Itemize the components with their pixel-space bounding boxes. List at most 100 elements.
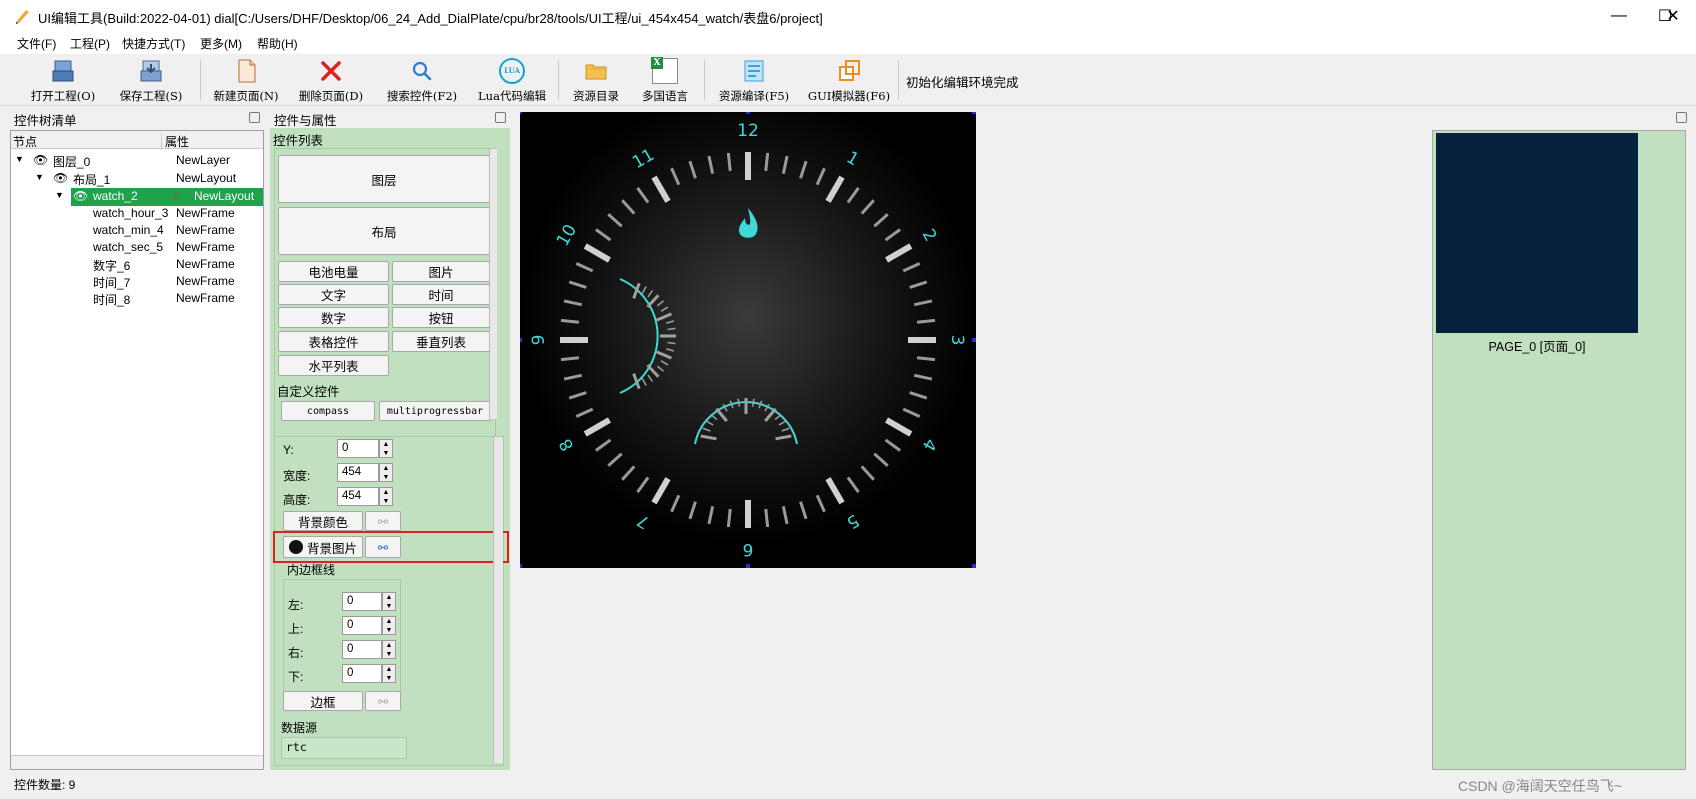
tree-panel-title: 控件树清单 [14, 114, 77, 128]
height-stepper[interactable]: ▲ ▼ [379, 487, 393, 506]
menu-project[interactable]: 工程(P) [70, 35, 110, 52]
link-icon[interactable]: ⚯ [365, 511, 401, 531]
selection-handle[interactable] [746, 564, 750, 568]
app-icon [16, 10, 29, 24]
y-stepper[interactable]: ▲ ▼ [379, 439, 393, 458]
y-input[interactable]: 0 [337, 439, 379, 458]
datasource-field[interactable]: rtc [281, 737, 407, 759]
search-widget-button[interactable]: 搜索控件(F2) [385, 56, 459, 104]
delete-page-button[interactable]: 删除页面(D) [296, 56, 366, 104]
design-canvas[interactable]: 12 1 2 3 4 5 6 7 8 9 10 11 [518, 110, 976, 568]
menu-file[interactable]: 文件(F) [17, 35, 56, 52]
tree-row-min[interactable]: watch_min_4 NewFrame [93, 223, 263, 240]
eye-icon[interactable]: 👁 [53, 171, 68, 185]
tree-row-sec[interactable]: watch_sec_5 NewFrame [93, 240, 263, 257]
padding-title: 内边框线 [287, 563, 336, 577]
menu-help[interactable]: 帮助(H) [257, 35, 298, 52]
minimize-button[interactable]: — [1596, 0, 1642, 32]
selection-handle[interactable] [518, 110, 522, 114]
padding-left-stepper[interactable]: ▲ ▼ [382, 592, 396, 611]
padding-top-stepper[interactable]: ▲ ▼ [382, 616, 396, 635]
compass-button[interactable]: compass [281, 401, 375, 421]
hour-number: 12 [737, 121, 759, 141]
resource-dir-button[interactable]: 资源目录 [568, 56, 624, 104]
gui-simulator-button[interactable]: GUI模拟器(F6) [806, 56, 892, 104]
dock-icon[interactable] [249, 112, 260, 123]
padding-bottom-input[interactable]: 0 [342, 664, 382, 683]
open-project-button[interactable]: 打开工程(O) [26, 56, 100, 104]
dock-icon[interactable] [1676, 112, 1687, 123]
selection-handle[interactable] [972, 564, 976, 568]
time-button[interactable]: 时间 [392, 284, 490, 305]
tree-row-layout[interactable]: ▼ 👁 布局_1 NewLayout [11, 171, 263, 188]
padding-group: 左: 0 ▲ ▼ 上: 0 ▲ ▼ 右: 0 ▲ ▼ 下: 0 ▲ ▼ [283, 579, 401, 701]
selection-handle[interactable] [746, 110, 750, 114]
save-project-button[interactable]: 保存工程(S) [114, 56, 188, 104]
layout-button[interactable]: 布局 [278, 207, 490, 255]
padding-left-input[interactable]: 0 [342, 592, 382, 611]
button-widget-button[interactable]: 按钮 [392, 307, 490, 328]
dock-icon[interactable] [495, 112, 506, 123]
expand-icon[interactable]: ▼ [15, 154, 24, 164]
hlist-button[interactable]: 水平列表 [278, 355, 389, 376]
expand-icon[interactable]: ▼ [55, 190, 64, 200]
toolbar-separator [200, 60, 201, 100]
bg-color-button[interactable]: 背景颜色 [283, 511, 363, 531]
selection-handle[interactable] [518, 564, 522, 568]
height-input[interactable]: 454 [337, 487, 379, 506]
bg-image-swatch-icon [288, 540, 303, 554]
eye-icon[interactable]: 👁 [33, 153, 48, 167]
hour-number: 9 [529, 335, 549, 346]
save-project-icon [140, 60, 162, 82]
tree-row-time7[interactable]: 时间_7 NewFrame [93, 274, 263, 291]
menu-shortcuts[interactable]: 快捷方式(T) [122, 35, 185, 52]
page-label[interactable]: PAGE_0 [页面_0] [1433, 336, 1641, 355]
selection-handle[interactable] [972, 338, 976, 342]
tree-row-number[interactable]: 数字_6 NewFrame [93, 257, 263, 274]
minute-tick [560, 318, 580, 324]
link-icon[interactable]: ⚯ [365, 536, 401, 558]
tree-row-watch-selected[interactable]: ▼ 👁 watch_2 / NewLayout [11, 188, 263, 206]
custom-widgets-title: 自定义控件 [277, 385, 340, 399]
image-button[interactable]: 图片 [392, 261, 490, 282]
close-button[interactable]: ✕ [1650, 0, 1696, 32]
number-button[interactable]: 数字 [278, 307, 389, 328]
selection-handle[interactable] [518, 338, 522, 342]
border-button[interactable]: 边框 [283, 691, 363, 711]
multi-language-button[interactable]: X 多国语言 [636, 56, 694, 104]
eye-icon[interactable]: 👁 [73, 189, 88, 203]
menu-more[interactable]: 更多(M) [200, 35, 242, 52]
tree-row-hour[interactable]: watch_hour_3 NewFrame [93, 206, 263, 223]
page-thumbnail[interactable] [1436, 133, 1638, 333]
new-page-icon [238, 59, 256, 83]
minute-tick [560, 356, 580, 362]
bg-image-button[interactable]: 背景图片 [283, 536, 363, 558]
width-stepper[interactable]: ▲ ▼ [379, 463, 393, 482]
grid-widget-button[interactable]: 表格控件 [278, 331, 389, 352]
property-scrollbar[interactable] [493, 437, 503, 763]
multiprogressbar-button[interactable]: multiprogressbar [379, 401, 491, 421]
padding-bottom-stepper[interactable]: ▲ ▼ [382, 664, 396, 683]
open-project-icon [52, 60, 74, 82]
text-button[interactable]: 文字 [278, 284, 389, 305]
selection-handle[interactable] [972, 110, 976, 114]
new-page-button[interactable]: 新建页面(N) [210, 56, 282, 104]
watch-face[interactable]: 121234567891011 [518, 110, 976, 568]
padding-right-input[interactable]: 0 [342, 640, 382, 659]
vlist-button[interactable]: 垂直列表 [392, 331, 490, 352]
hour-number: 3 [947, 335, 967, 346]
link-icon[interactable]: ⚯ [365, 691, 401, 711]
padding-top-input[interactable]: 0 [342, 616, 382, 635]
expand-icon[interactable]: ▼ [35, 172, 44, 182]
lua-editor-button[interactable]: LUA Lua代码编辑 [476, 56, 548, 104]
tree-row-layer[interactable]: ▼ 👁 图层_0 NewLayer [11, 153, 263, 170]
widget-list-scrollbar[interactable] [489, 149, 497, 419]
watermark: CSDN @海阔天空任鸟飞~ [1458, 778, 1622, 794]
battery-button[interactable]: 电池电量 [278, 261, 389, 282]
layer-button[interactable]: 图层 [278, 155, 490, 203]
resource-compile-button[interactable]: 资源编译(F5) [712, 56, 796, 104]
width-input[interactable]: 454 [337, 463, 379, 482]
tree-row-time8[interactable]: 时间_8 NewFrame [93, 291, 263, 308]
tree-hscrollbar[interactable] [11, 755, 263, 769]
padding-right-stepper[interactable]: ▲ ▼ [382, 640, 396, 659]
